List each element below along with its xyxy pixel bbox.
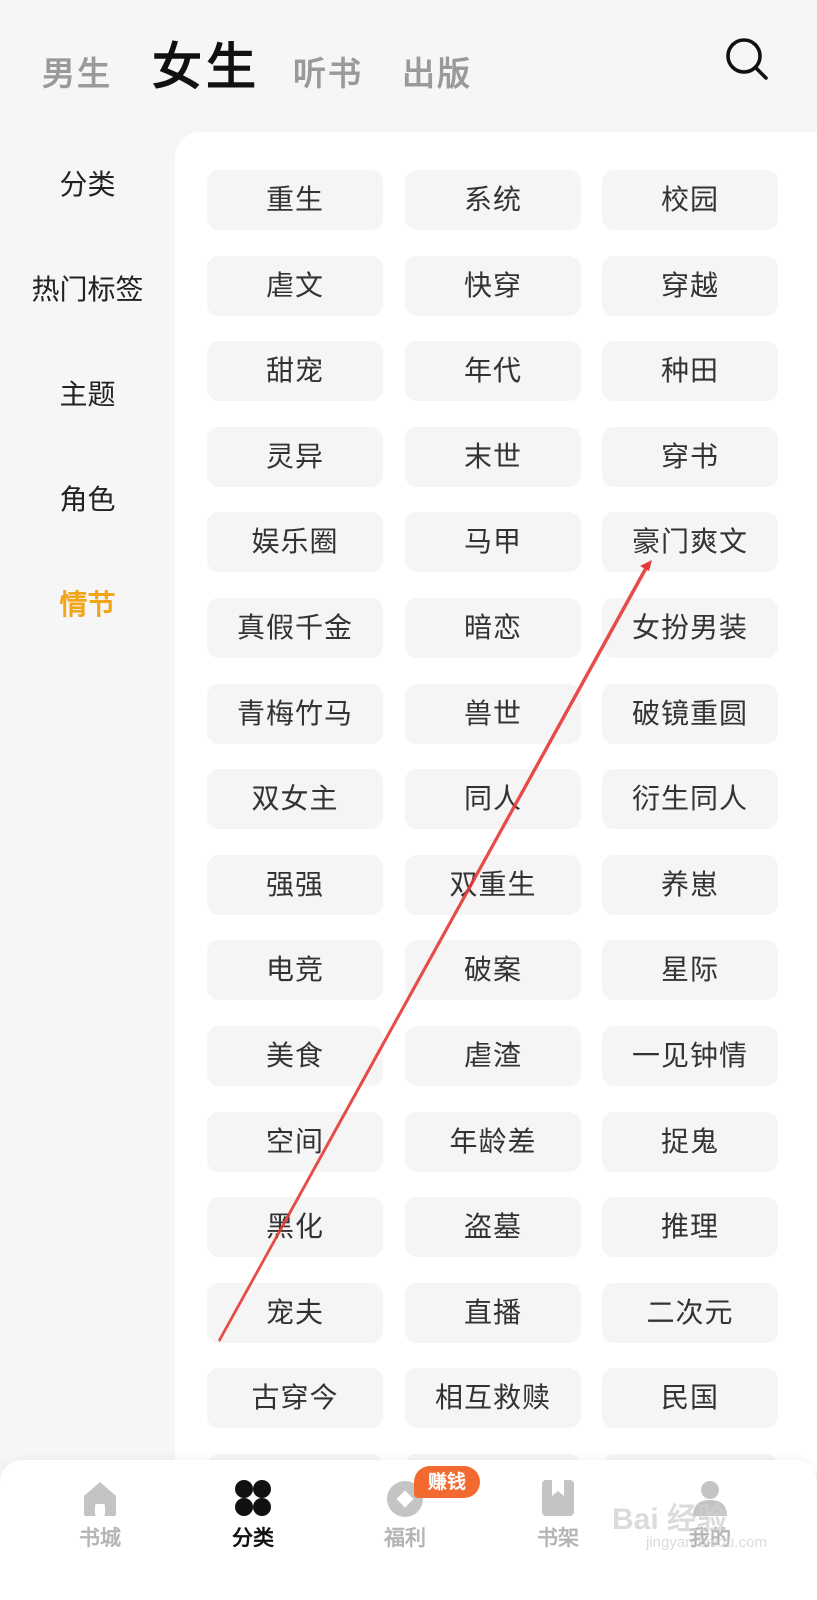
tag-item[interactable]: 双重生 xyxy=(405,854,581,915)
nav-label-bookstore: 书城 xyxy=(79,1526,121,1550)
tag-item[interactable]: 美食 xyxy=(207,1026,383,1086)
tag-item[interactable]: 古穿今 xyxy=(207,1368,383,1429)
search-button[interactable] xyxy=(724,36,770,82)
side-item-category[interactable]: 分类 xyxy=(0,155,175,215)
nav-label-bookshelf: 书架 xyxy=(537,1526,579,1550)
earn-money-badge: 赚钱 xyxy=(414,1466,481,1498)
tag-item[interactable]: 直播 xyxy=(405,1282,581,1343)
tag-item[interactable]: 宠夫 xyxy=(207,1282,383,1343)
tag-item[interactable]: 种田 xyxy=(602,341,778,402)
tag-item[interactable]: 穿书 xyxy=(602,426,778,487)
tag-item[interactable]: 破案 xyxy=(405,940,581,1001)
tab-male[interactable]: 男生 xyxy=(42,52,112,96)
side-item-plot[interactable]: 情节 xyxy=(0,575,175,635)
tag-item[interactable]: 空间 xyxy=(207,1111,383,1172)
tag-item[interactable]: 年代 xyxy=(405,341,581,402)
tag-item[interactable]: 民国 xyxy=(602,1368,778,1429)
tag-item[interactable]: 推理 xyxy=(602,1197,778,1258)
tag-item[interactable]: 捉鬼 xyxy=(602,1111,778,1172)
tag-item[interactable]: 女扮男装 xyxy=(602,598,778,658)
tab-female[interactable]: 女生 xyxy=(152,36,260,98)
tag-item[interactable]: 豪门爽文 xyxy=(602,512,778,573)
tag-item[interactable]: 相互救赎 xyxy=(405,1368,581,1429)
tag-panel: 重生 系统 校园虐文 快穿 穿越甜宠 年代 种田灵异 末世 穿书娱乐圈 马甲 豪门爽文真假千金 暗恋女… xyxy=(175,132,817,1472)
tag-item[interactable]: 马甲 xyxy=(405,512,581,573)
tag-item[interactable]: 电竞 xyxy=(207,940,383,1001)
nav-label-category: 分类 xyxy=(232,1526,274,1550)
search-icon xyxy=(726,38,768,80)
tag-item[interactable]: 末世 xyxy=(405,426,581,487)
tag-item[interactable]: 年龄差 xyxy=(405,1111,581,1172)
watermark-text: Bai 经验 xyxy=(612,1503,728,1536)
tag-item[interactable]: 虐文 xyxy=(207,255,383,316)
tag-item[interactable]: 校园 xyxy=(602,170,778,230)
tag-item[interactable]: 暗恋 xyxy=(405,598,581,658)
tag-item[interactable]: 甜宠 xyxy=(207,341,383,402)
tag-item[interactable]: 灵异 xyxy=(207,426,383,487)
side-item-role[interactable]: 角色 xyxy=(0,470,175,530)
nav-item-bookstore[interactable]: 书城 xyxy=(40,1460,160,1580)
tag-item[interactable]: 穿越 xyxy=(602,255,778,316)
tag-item[interactable]: 快穿 xyxy=(405,255,581,316)
tag-item[interactable]: 衍生同人 xyxy=(602,769,778,830)
tag-item[interactable]: 虐渣 xyxy=(405,1026,581,1086)
tag-item[interactable]: 养崽 xyxy=(602,854,778,915)
tag-item[interactable]: 破镜重圆 xyxy=(602,683,778,744)
tag-item[interactable]: 同人 xyxy=(405,769,581,830)
tag-item[interactable]: 娱乐圈 xyxy=(207,512,383,573)
nav-item-bookshelf[interactable]: 书架 xyxy=(498,1460,618,1580)
tag-item[interactable]: 双女主 xyxy=(207,769,383,830)
nav-item-category[interactable]: 分类 xyxy=(193,1460,313,1580)
bookshelf-icon xyxy=(542,1480,574,1516)
tag-item[interactable]: 青梅竹马 xyxy=(207,683,383,744)
tag-item[interactable]: 兽世 xyxy=(405,683,581,744)
side-item-theme[interactable]: 主题 xyxy=(0,365,175,425)
watermark-url: jingyan.baidu.com xyxy=(646,1534,767,1551)
tag-item[interactable]: 强强 xyxy=(207,854,383,915)
nav-label-welfare: 福利 xyxy=(384,1526,426,1550)
tag-item[interactable]: 一见钟情 xyxy=(602,1026,778,1086)
tag-item[interactable]: 盗墓 xyxy=(405,1197,581,1258)
category-icon xyxy=(235,1480,271,1516)
tag-item[interactable]: 系统 xyxy=(405,170,581,230)
tab-audiobook[interactable]: 听书 xyxy=(293,52,363,96)
home-icon xyxy=(84,1482,116,1516)
tab-publishing[interactable]: 出版 xyxy=(402,52,472,96)
tag-item[interactable]: 二次元 xyxy=(602,1282,778,1343)
tag-item[interactable]: 星际 xyxy=(602,940,778,1001)
tag-item[interactable]: 重生 xyxy=(207,170,383,230)
tag-item[interactable]: 黑化 xyxy=(207,1197,383,1258)
top-tab-bar: 男生 女生 听书 出版 xyxy=(0,0,817,132)
baidu-watermark: Bai 经验 jingyan.baidu.com xyxy=(612,1490,802,1560)
tag-item[interactable]: 真假千金 xyxy=(207,598,383,658)
page: 男生 女生 听书 出版 分类 热门标签 主题 角色 情节 重生 系统 校园 虐文 快穿穿… xyxy=(0,0,817,1600)
side-item-hot-tags[interactable]: 热门标签 xyxy=(0,260,175,320)
